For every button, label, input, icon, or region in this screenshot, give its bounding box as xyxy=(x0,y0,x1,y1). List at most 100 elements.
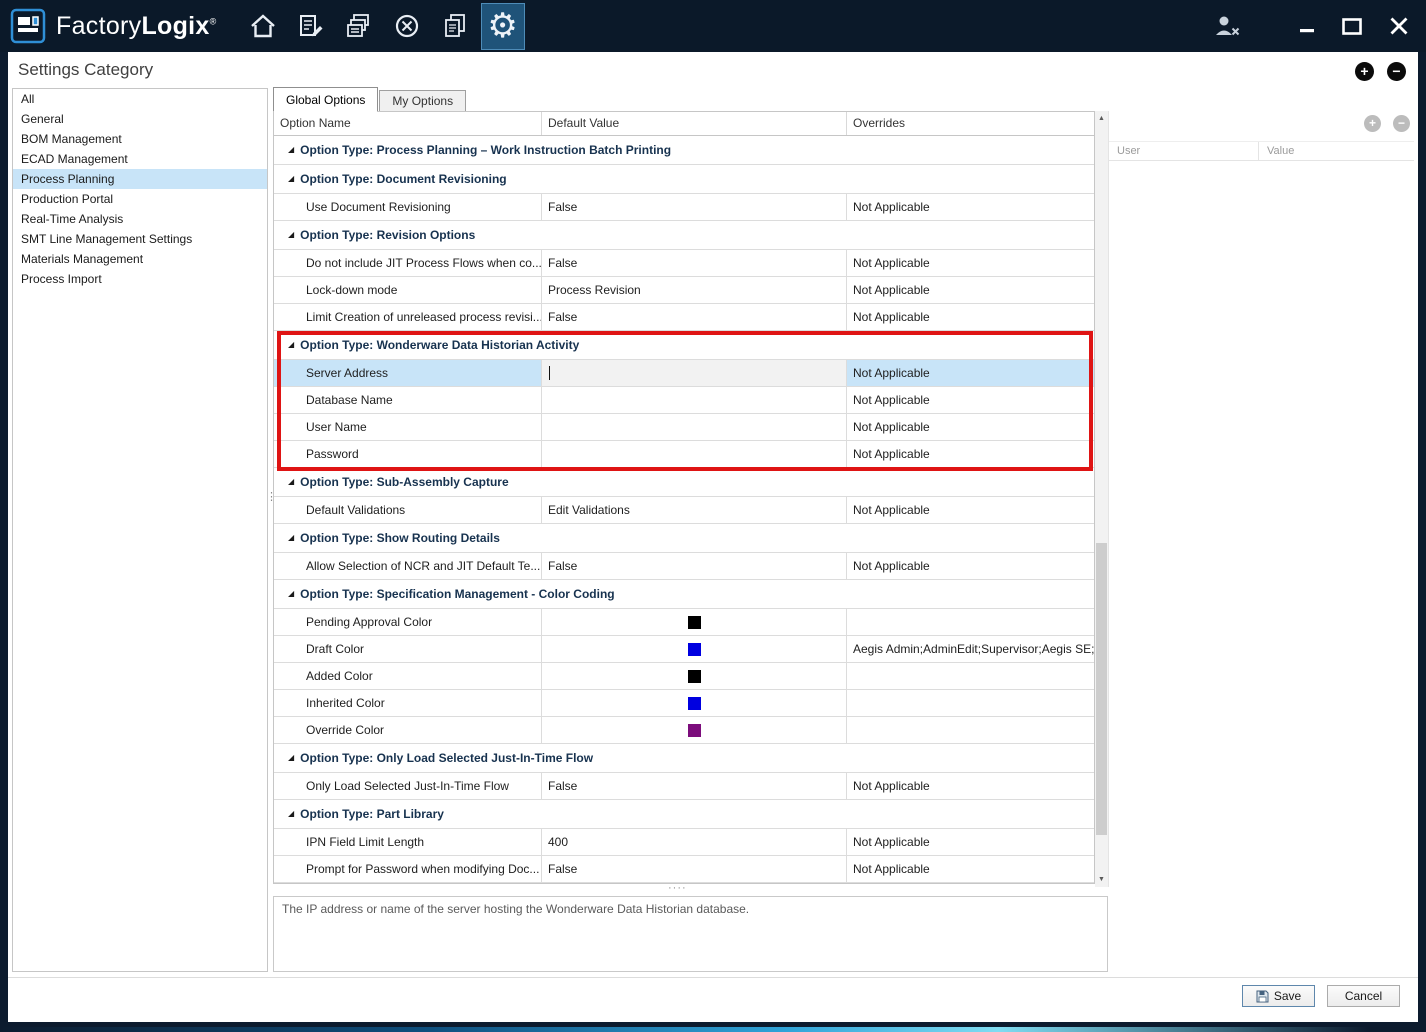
option-overrides-cell[interactable]: Not Applicable xyxy=(847,773,1094,799)
sidebar-item-production-portal[interactable]: Production Portal xyxy=(13,189,267,209)
materials-stack-icon[interactable] xyxy=(337,3,381,50)
option-value-cell[interactable]: False xyxy=(542,553,847,579)
overrides-column-user[interactable]: User xyxy=(1109,142,1259,160)
option-name-cell[interactable]: Lock-down mode xyxy=(274,277,542,303)
user-signout-icon[interactable] xyxy=(1212,14,1242,38)
scrollbar-thumb[interactable] xyxy=(1096,543,1107,835)
option-name-cell[interactable]: Use Document Revisioning xyxy=(274,194,542,220)
save-button[interactable]: Save xyxy=(1242,985,1315,1007)
option-overrides-cell[interactable]: Not Applicable xyxy=(847,387,1094,413)
option-name-cell[interactable]: Only Load Selected Just-In-Time Flow xyxy=(274,773,542,799)
override-remove-button[interactable]: − xyxy=(1393,115,1410,132)
option-name-cell[interactable]: Password xyxy=(274,441,542,467)
vertical-scrollbar[interactable]: ▲ ▼ xyxy=(1095,111,1108,887)
option-row-allow-selection-of-ncr-and-jit-default-te[interactable]: Allow Selection of NCR and JIT Default T… xyxy=(274,553,1094,580)
production-target-icon[interactable] xyxy=(385,3,429,50)
sidebar-item-bom-management[interactable]: BOM Management xyxy=(13,129,267,149)
color-swatch[interactable] xyxy=(688,724,701,737)
option-group-header[interactable]: ◢Option Type: Part Library xyxy=(274,800,1094,829)
option-name-cell[interactable]: Inherited Color xyxy=(274,690,542,716)
group-expander-icon[interactable]: ◢ xyxy=(288,810,294,818)
option-row-ipn-field-limit-length[interactable]: IPN Field Limit Length400Not Applicable xyxy=(274,829,1094,856)
option-name-cell[interactable]: Allow Selection of NCR and JIT Default T… xyxy=(274,553,542,579)
option-overrides-cell[interactable] xyxy=(847,690,1094,716)
option-value-cell[interactable]: Edit Validations xyxy=(542,497,847,523)
option-overrides-cell[interactable]: Not Applicable xyxy=(847,441,1094,467)
column-header-option-name[interactable]: Option Name xyxy=(274,112,542,135)
option-overrides-cell[interactable]: Not Applicable xyxy=(847,856,1094,882)
option-overrides-cell[interactable] xyxy=(847,717,1094,743)
settings-gear-icon[interactable]: ⚙ xyxy=(481,3,525,50)
option-group-header[interactable]: ◢Option Type: Document Revisioning xyxy=(274,165,1094,194)
option-row-pending-approval-color[interactable]: Pending Approval Color xyxy=(274,609,1094,636)
option-overrides-cell[interactable]: Not Applicable xyxy=(847,277,1094,303)
color-swatch[interactable] xyxy=(688,670,701,683)
option-row-override-color[interactable]: Override Color xyxy=(274,717,1094,744)
sidebar-item-general[interactable]: General xyxy=(13,109,267,129)
option-name-cell[interactable]: Pending Approval Color xyxy=(274,609,542,635)
option-overrides-cell[interactable]: Not Applicable xyxy=(847,497,1094,523)
option-row-server-address[interactable]: Server AddressNot Applicable xyxy=(274,360,1094,387)
document-copy-icon[interactable] xyxy=(433,3,477,50)
tab-global-options[interactable]: Global Options xyxy=(273,87,378,111)
cancel-button[interactable]: Cancel xyxy=(1327,985,1400,1007)
column-header-default-value[interactable]: Default Value xyxy=(542,112,847,135)
option-row-added-color[interactable]: Added Color xyxy=(274,663,1094,690)
option-overrides-cell[interactable] xyxy=(847,663,1094,689)
option-row-only-load-selected-just-in-time-flow[interactable]: Only Load Selected Just-In-Time FlowFals… xyxy=(274,773,1094,800)
option-value-cell[interactable]: Process Revision xyxy=(542,277,847,303)
option-row-inherited-color[interactable]: Inherited Color xyxy=(274,690,1094,717)
group-expander-icon[interactable]: ◢ xyxy=(288,175,294,183)
option-name-cell[interactable]: Prompt for Password when modifying Doc..… xyxy=(274,856,542,882)
option-row-database-name[interactable]: Database NameNot Applicable xyxy=(274,387,1094,414)
option-overrides-cell[interactable]: Not Applicable xyxy=(847,250,1094,276)
group-expander-icon[interactable]: ◢ xyxy=(288,231,294,239)
option-row-user-name[interactable]: User NameNot Applicable xyxy=(274,414,1094,441)
option-group-header[interactable]: ◢Option Type: Process Planning – Work In… xyxy=(274,136,1094,165)
remove-button[interactable]: − xyxy=(1387,62,1406,81)
sidebar-item-real-time-analysis[interactable]: Real-Time Analysis xyxy=(13,209,267,229)
tab-my-options[interactable]: My Options xyxy=(379,90,466,111)
sidebar-item-process-import[interactable]: Process Import xyxy=(13,269,267,289)
option-value-cell[interactable] xyxy=(542,717,847,743)
option-row-use-document-revisioning[interactable]: Use Document RevisioningFalseNot Applica… xyxy=(274,194,1094,221)
work-instructions-icon[interactable] xyxy=(289,3,333,50)
option-row-lock-down-mode[interactable]: Lock-down modeProcess RevisionNot Applic… xyxy=(274,277,1094,304)
sidebar-item-ecad-management[interactable]: ECAD Management xyxy=(13,149,267,169)
group-expander-icon[interactable]: ◢ xyxy=(288,754,294,762)
option-name-cell[interactable]: Added Color xyxy=(274,663,542,689)
option-overrides-cell[interactable]: Not Applicable xyxy=(847,360,1094,386)
option-value-cell[interactable]: False xyxy=(542,250,847,276)
option-value-cell[interactable]: False xyxy=(542,194,847,220)
option-name-cell[interactable]: Default Validations xyxy=(274,497,542,523)
option-value-cell[interactable] xyxy=(542,387,847,413)
option-value-cell[interactable]: False xyxy=(542,304,847,330)
option-value-cell[interactable]: 400 xyxy=(542,829,847,855)
option-group-header[interactable]: ◢Option Type: Sub-Assembly Capture xyxy=(274,468,1094,497)
color-swatch[interactable] xyxy=(688,616,701,629)
group-expander-icon[interactable]: ◢ xyxy=(288,590,294,598)
override-add-button[interactable]: + xyxy=(1364,115,1381,132)
home-icon[interactable] xyxy=(241,3,285,50)
add-button[interactable]: + xyxy=(1355,62,1374,81)
sidebar-item-materials-management[interactable]: Materials Management xyxy=(13,249,267,269)
option-group-header[interactable]: ◢Option Type: Only Load Selected Just-In… xyxy=(274,744,1094,773)
option-value-cell[interactable] xyxy=(542,609,847,635)
option-overrides-cell[interactable]: Not Applicable xyxy=(847,829,1094,855)
column-header-overrides[interactable]: Overrides xyxy=(847,112,1094,135)
vertical-splitter-handle[interactable]: ⋮ xyxy=(266,494,272,500)
option-overrides-cell[interactable]: Not Applicable xyxy=(847,304,1094,330)
option-overrides-cell[interactable]: Not Applicable xyxy=(847,553,1094,579)
option-overrides-cell[interactable]: Not Applicable xyxy=(847,194,1094,220)
horizontal-splitter-handle[interactable]: ···· xyxy=(668,886,687,890)
sidebar-item-smt-line-management-settings[interactable]: SMT Line Management Settings xyxy=(13,229,267,249)
option-name-cell[interactable]: Override Color xyxy=(274,717,542,743)
color-swatch[interactable] xyxy=(688,643,701,656)
option-row-password[interactable]: Password Not Applicable xyxy=(274,441,1094,468)
option-overrides-cell[interactable] xyxy=(847,609,1094,635)
scroll-up-icon[interactable]: ▲ xyxy=(1095,111,1108,126)
option-value-cell[interactable] xyxy=(542,636,847,662)
option-row-do-not-include-jit-process-flows-when-co[interactable]: Do not include JIT Process Flows when co… xyxy=(274,250,1094,277)
option-value-cell[interactable] xyxy=(542,414,847,440)
group-expander-icon[interactable]: ◢ xyxy=(288,341,294,349)
